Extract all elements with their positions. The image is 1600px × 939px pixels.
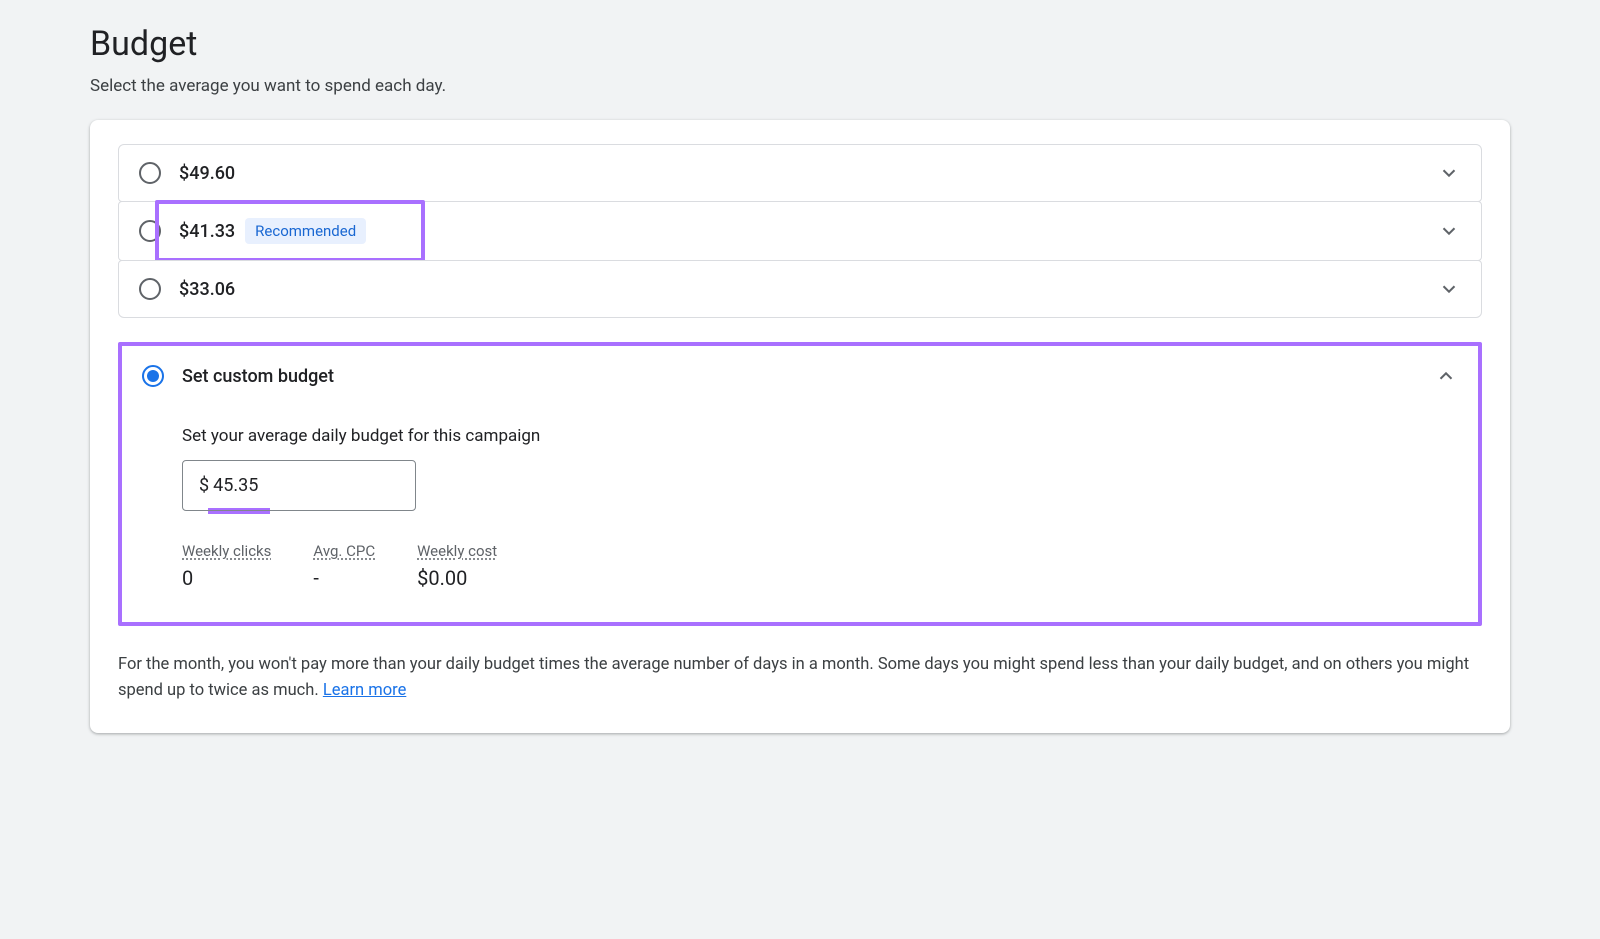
chevron-down-icon — [1437, 277, 1461, 301]
stat-avg-cpc: Avg. CPC - — [313, 542, 375, 590]
page-subtitle: Select the average you want to spend eac… — [90, 76, 1510, 96]
page-title: Budget — [90, 24, 1510, 64]
budget-option-amount: $49.60 — [179, 163, 235, 184]
stat-label: Avg. CPC — [313, 542, 375, 560]
budget-card: $49.60 $41.33 Recommended $33.06 — [90, 120, 1510, 733]
budget-input[interactable] — [213, 475, 399, 496]
stat-value: $0.00 — [417, 566, 497, 590]
budget-option-amount: $33.06 — [179, 279, 235, 300]
budget-option-amount: $41.33 — [179, 221, 235, 242]
radio-icon — [142, 365, 164, 387]
learn-more-link[interactable]: Learn more — [323, 681, 406, 700]
budget-input-container[interactable]: $ — [182, 460, 416, 511]
stat-weekly-cost: Weekly cost $0.00 — [417, 542, 497, 590]
custom-budget-section: Set custom budget Set your average daily… — [118, 342, 1482, 626]
budget-option-1[interactable]: $49.60 — [118, 144, 1482, 202]
chevron-down-icon — [1437, 219, 1461, 243]
budget-option-3[interactable]: $33.06 — [118, 260, 1482, 318]
radio-icon — [139, 278, 161, 300]
stat-value: - — [313, 566, 375, 590]
custom-budget-title: Set custom budget — [182, 366, 334, 387]
chevron-down-icon — [1437, 161, 1461, 185]
footer-body: For the month, you won't pay more than y… — [118, 655, 1469, 700]
radio-icon — [139, 162, 161, 184]
custom-budget-description: Set your average daily budget for this c… — [182, 426, 1458, 446]
stat-value: 0 — [182, 566, 271, 590]
chevron-up-icon — [1434, 364, 1458, 388]
recommended-badge: Recommended — [245, 218, 366, 244]
budget-option-2[interactable]: $41.33 Recommended — [118, 201, 1482, 261]
stat-label: Weekly cost — [417, 542, 497, 560]
radio-icon — [139, 220, 161, 242]
stat-weekly-clicks: Weekly clicks 0 — [182, 542, 271, 590]
footer-text: For the month, you won't pay more than y… — [118, 652, 1482, 705]
custom-budget-header[interactable]: Set custom budget — [122, 346, 1478, 406]
currency-symbol: $ — [199, 475, 209, 496]
stat-label: Weekly clicks — [182, 542, 271, 560]
